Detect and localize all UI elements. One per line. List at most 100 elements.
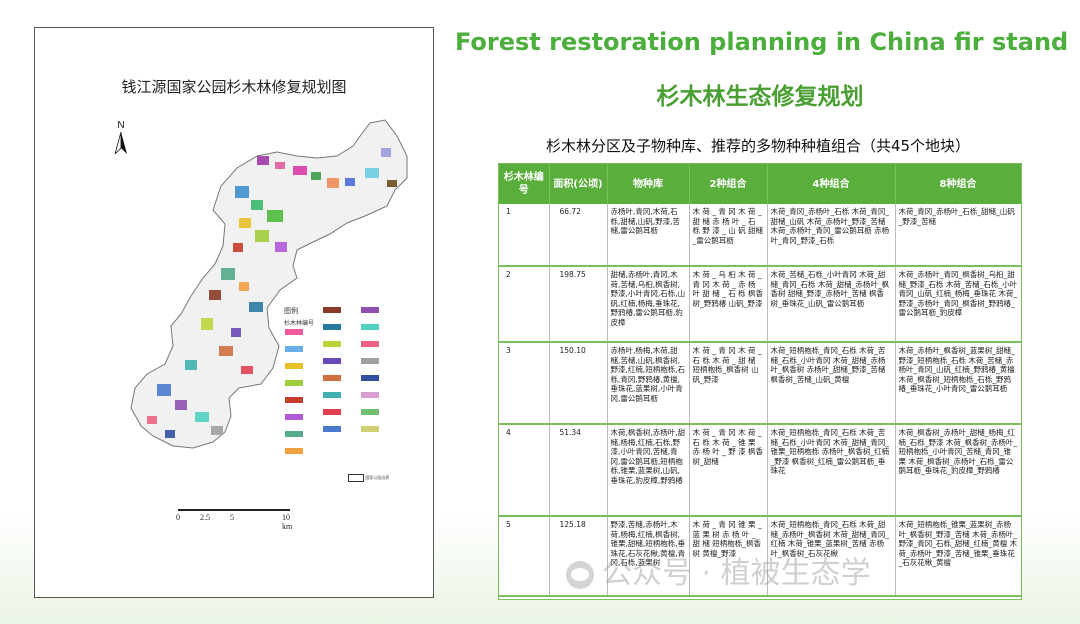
wechat-icon bbox=[566, 560, 594, 589]
legend-swatch bbox=[361, 392, 379, 398]
cell-id: 5 bbox=[499, 516, 550, 597]
legend-item bbox=[285, 448, 303, 454]
cell-four: 木荷_青冈_赤杨叶_石栎 木荷_青冈_甜槠_山矾 木荷_赤杨叶_野漆_苦槠 木荷… bbox=[767, 204, 896, 267]
cell-id: 2 bbox=[499, 266, 550, 343]
legend-boundary-label: 国家公园边界 bbox=[365, 475, 390, 480]
cell-area: 150.10 bbox=[549, 342, 608, 425]
cell-pool: 甜槠,赤杨叶,青冈,木荷,苦槠,乌桕,枫香树,野漆,小叶青冈,石栎,山矾,红楠,… bbox=[607, 266, 690, 343]
cell-id: 3 bbox=[499, 342, 550, 425]
cell-eight: 木荷_青冈_赤杨叶_石栎_甜槠_山矾_野漆_苦槠 bbox=[895, 204, 1021, 267]
legend-swatch bbox=[361, 426, 379, 432]
watermark: 公众号 · 植被生态学 bbox=[566, 548, 871, 592]
legend-item bbox=[285, 380, 303, 386]
legend-item bbox=[361, 392, 379, 398]
map-legend: 图例 杉木林编号 bbox=[284, 307, 403, 483]
legend-swatch bbox=[285, 329, 303, 335]
cell-area: 51.34 bbox=[549, 424, 608, 517]
col-header-two: 2种组合 bbox=[689, 164, 768, 204]
col-header-id: 杉木林编号 bbox=[499, 164, 550, 204]
legend-subtitle: 杉木林编号 bbox=[284, 320, 315, 327]
col-header-eight: 8种组合 bbox=[895, 164, 1021, 204]
legend-item bbox=[323, 307, 341, 313]
legend-swatch bbox=[361, 375, 379, 381]
scale-bar-line bbox=[178, 509, 290, 511]
cell-id: 4 bbox=[499, 424, 550, 517]
legend-swatch bbox=[323, 426, 341, 432]
cell-two: 木 荷 _ 青 冈 木 荷 _ 石 栎 木 荷 _ 甜 槠 短柄枹栎_枫香树 山… bbox=[689, 342, 768, 425]
table-header-row: 杉木林编号 面积(公顷) 物种库 2种组合 4种组合 8种组合 bbox=[499, 164, 1021, 204]
scale-tick-3: 10 km bbox=[282, 513, 293, 531]
cell-area: 66.72 bbox=[549, 204, 608, 267]
cell-two: 木 荷 _ 乌 桕 木 荷 _ 青 冈 木 荷 _ 赤 杨 叶 甜 槠 _ 石 … bbox=[689, 266, 768, 343]
scale-tick-1: 2.5 bbox=[200, 513, 210, 522]
table-row: 4 51.34 木荷,枫香树,赤杨叶,甜槠,杨梅,红楠,石栎,野漆,小叶青冈,苦… bbox=[499, 424, 1021, 517]
legend-boundary-swatch bbox=[348, 474, 364, 482]
map-panel: 钱江源国家公园杉木林修复规划图 N 图例 杉木林编号 国家公园边界 0 2.5 … bbox=[34, 27, 434, 598]
legend-item bbox=[361, 409, 379, 415]
legend-boundary-item: 国家公园边界 bbox=[348, 474, 389, 482]
legend-swatch bbox=[285, 380, 303, 386]
cell-pool: 赤杨叶,杨梅,木荷,甜槠,苦槠,山矾,枫香树,野漆,红楠,短柄枹栎,石栎,青冈,… bbox=[607, 342, 690, 425]
legend-item bbox=[323, 341, 341, 347]
table-row: 2 198.75 甜槠,赤杨叶,青冈,木荷,苦槠,乌桕,枫香树,野漆,小叶青冈,… bbox=[499, 266, 1021, 343]
legend-swatch bbox=[285, 346, 303, 352]
legend-item bbox=[323, 392, 341, 398]
cell-eight: 木荷_赤杨叶_枫香树_蓝果树_甜槠_野漆_短柄枹栎_石栎 木荷_苦槠_赤杨叶_青… bbox=[895, 342, 1021, 425]
legend-swatch bbox=[323, 375, 341, 381]
legend-item bbox=[285, 397, 303, 403]
legend-item bbox=[361, 358, 379, 364]
cell-eight: 木荷_赤杨叶_青冈_枫香树_乌桕_甜槠_野漆_石栎 木荷_苦槠_石栎_小叶青冈_… bbox=[895, 266, 1021, 343]
col-header-four: 4种组合 bbox=[767, 164, 896, 204]
cell-four: 木荷_短柄枹栎_青冈_石栎 木荷_苦槠_石栎_小叶青冈 木荷_甜槠_青冈_锥栗_… bbox=[767, 424, 896, 517]
legend-item bbox=[361, 426, 379, 432]
scale-bar: 0 2.5 5 10 km bbox=[176, 505, 298, 531]
english-title: Forest restoration planning in China fir… bbox=[455, 28, 1069, 56]
legend-swatch bbox=[285, 414, 303, 420]
legend-swatch bbox=[323, 341, 341, 347]
legend-item bbox=[323, 409, 341, 415]
cell-two: 木 荷 _ 青 冈 木 荷 _ 甜 槠 赤 杨 叶 _ 石 栎 野 漆 _ 山 … bbox=[689, 204, 768, 267]
col-header-pool: 物种库 bbox=[607, 164, 690, 204]
cell-pool: 木荷,枫香树,赤杨叶,甜槠,杨梅,红楠,石栎,野漆,小叶青冈,苦槠,青冈,雷公鹅… bbox=[607, 424, 690, 517]
legend-item bbox=[361, 375, 379, 381]
chinese-title: 杉木林生态修复规划 bbox=[656, 84, 864, 110]
legend-item bbox=[285, 346, 303, 352]
legend-swatch bbox=[323, 392, 341, 398]
legend-item bbox=[361, 324, 379, 330]
legend-swatch bbox=[285, 397, 303, 403]
legend-swatch bbox=[323, 409, 341, 415]
legend-swatch bbox=[361, 307, 379, 313]
legend-item bbox=[361, 307, 379, 313]
scale-tick-2: 5 bbox=[230, 513, 234, 522]
cell-area: 198.75 bbox=[549, 266, 608, 343]
legend-swatch bbox=[285, 363, 303, 369]
legend-swatch bbox=[361, 358, 379, 364]
legend-item bbox=[285, 329, 303, 335]
col-header-area: 面积(公顷) bbox=[549, 164, 608, 204]
cell-pool: 赤杨叶,青冈,木荷,石栎,甜槠,山矾,野漆,苦槠,雷公鹅耳枥 bbox=[607, 204, 690, 267]
legend-title: 图例 bbox=[284, 307, 298, 315]
legend-swatch bbox=[323, 358, 341, 364]
legend-item bbox=[285, 414, 303, 420]
legend-item bbox=[285, 363, 303, 369]
legend-swatch bbox=[323, 324, 341, 330]
planning-table: 杉木林编号 面积(公顷) 物种库 2种组合 4种组合 8种组合 1 66.72 … bbox=[498, 163, 1022, 600]
cell-eight: 木荷_短柄枹栎_锥栗_蓝果树_赤杨叶_枫香树_野漆_苦槠 木荷_赤杨叶_野漆_青… bbox=[895, 516, 1021, 597]
cell-eight: 木荷_枫香树_赤杨叶_甜槠_杨梅_红楠_石栎_野漆 木荷_枫香树_赤杨叶_短柄枹… bbox=[895, 424, 1021, 517]
legend-swatch bbox=[323, 307, 341, 313]
legend-swatch bbox=[361, 341, 379, 347]
legend-item bbox=[285, 431, 303, 437]
legend-item bbox=[323, 324, 341, 330]
legend-item bbox=[323, 426, 341, 432]
legend-swatch bbox=[361, 409, 379, 415]
table-caption: 杉木林分区及子物种库、推荐的多物种种植组合（共45个地块） bbox=[545, 137, 971, 155]
legend-item bbox=[323, 358, 341, 364]
table-row: 3 150.10 赤杨叶,杨梅,木荷,甜槠,苦槠,山矾,枫香树,野漆,红楠,短柄… bbox=[499, 342, 1021, 425]
legend-swatch bbox=[361, 324, 379, 330]
legend-swatch bbox=[285, 431, 303, 437]
cell-id: 1 bbox=[499, 204, 550, 267]
watermark-text: 公众号 · 植被生态学 bbox=[602, 556, 871, 591]
legend-item bbox=[323, 375, 341, 381]
legend-swatch bbox=[285, 448, 303, 454]
scale-tick-0: 0 bbox=[176, 513, 180, 522]
